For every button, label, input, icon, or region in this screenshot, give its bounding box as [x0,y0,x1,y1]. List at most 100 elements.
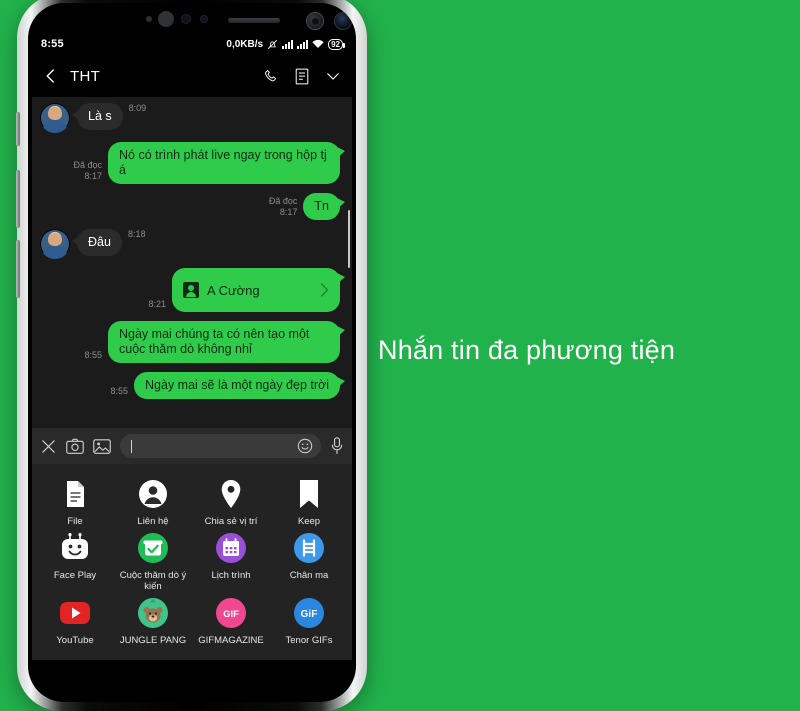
earpiece-speaker [228,18,280,23]
message-bubble[interactable]: Là s [72,103,123,130]
attachment-label: GIFMAGAZINE [198,635,264,646]
message-row: Đã đọc 8:17 Nó có trình phát live ngay t… [40,142,345,184]
attachment-label: Tenor GIFs [285,635,333,646]
message-row: 8:55 Ngày mai chúng ta có nên tạo một cu… [40,321,345,363]
attachment-item-poll[interactable]: Cuộc thăm dò ý kiến [114,527,192,592]
attachment-label: Cuộc thăm dò ý kiến [119,570,187,592]
wifi-icon [312,39,324,49]
attachment-label: Chia sẻ vị trí [204,516,258,527]
attachment-item-ladder[interactable]: Chân ma [270,527,348,592]
chat-header: THT [32,55,352,97]
message-list[interactable]: Là s 8:09 Đã đọc 8:17 Nó có trình phát l… [32,97,352,428]
attachment-label: Keep [297,516,321,527]
message-bubble[interactable]: Ngày mai chúng ta có nên tạo một cuộc th… [108,321,345,363]
message-time: 8:17 [279,207,298,217]
message-row: 8:21 A Cường [40,268,345,312]
proximity-sensor-icon [146,16,152,22]
attachment-item-tenor-gifs[interactable]: GiF Tenor GIFs [270,592,348,646]
ir-sensor-icon [181,14,191,24]
side-button-bixby[interactable] [16,112,20,146]
attachment-label: JUNGLE PANG [119,635,187,646]
message-time: 8:55 [84,350,102,360]
chevron-left-icon[interactable] [42,67,60,85]
message-bubble[interactable]: Đâu [72,229,122,256]
attachment-label: Face Play [53,570,97,581]
tenor-gif-icon: GiF [292,596,326,630]
close-icon[interactable] [40,438,57,455]
bookmark-icon [292,477,326,511]
gif-magazine-icon: GIF [214,596,248,630]
side-button-power[interactable] [16,240,20,298]
contact-icon [183,282,199,298]
page-caption: Nhắn tin đa phương tiện [378,335,676,365]
message-time: 8:18 [127,229,146,239]
message-meta: 8:55 [84,350,102,363]
message-meta: Đã đọc 8:17 [269,196,298,220]
attachment-label: YouTube [56,635,94,646]
note-list-icon[interactable] [294,68,310,85]
battery-indicator: 92 [328,38,345,50]
attachment-panel: File Liên hệ Chia sẻ vị trí Keep Face Pl… [32,464,352,660]
svg-text:GIF: GIF [223,609,239,620]
text-caret [131,439,132,453]
message-time: 8:21 [148,299,166,309]
contact-card-bubble[interactable]: A Cường [172,268,345,312]
attachment-item-youtube[interactable]: YouTube [36,592,114,646]
robot-face-icon [58,531,92,565]
emoji-smiley-icon[interactable] [297,438,313,454]
jungle-pang-icon [136,596,170,630]
contact-icon [136,477,170,511]
phone-screen: 8:55 0,0KB/s 92 THT Là s 8:09 Đã đọc 8:1… [32,33,352,660]
message-row: Đã đọc 8:17 Tn [40,193,345,220]
microphone-icon[interactable] [330,437,344,455]
side-button-volume[interactable] [16,170,20,228]
message-meta: 8:18 [128,229,146,242]
message-meta: 8:55 [110,386,128,399]
attachment-label: Lịch trình [211,570,251,581]
bell-muted-icon [267,39,278,49]
attachment-item-jungle-pang[interactable]: JUNGLE PANG [114,592,192,646]
chat-title: THT [70,67,101,85]
attachment-item-gifmagazine[interactable]: GIF GIFMAGAZINE [192,592,270,646]
read-receipt: Đã đọc [268,196,298,206]
svg-text:GiF: GiF [301,609,318,620]
phone-screen-frame: 8:55 0,0KB/s 92 THT Là s 8:09 Đã đọc 8:1… [28,3,356,702]
status-time: 8:55 [41,38,64,50]
message-input-bar [32,428,352,464]
attachment-item-schedule[interactable]: Lịch trình [192,527,270,592]
attachment-row: File Liên hệ Chia sẻ vị trí Keep [36,473,348,527]
ir-led-icon [200,15,208,23]
message-bubble[interactable]: Tn [303,193,345,220]
attachment-label: Chân ma [289,570,329,581]
front-camera-icon [334,12,352,30]
attachment-row: Face Play Cuộc thăm dò ý kiến Lịch trình… [36,527,348,592]
attachment-label: Liên hệ [137,516,169,527]
chevron-down-icon[interactable] [324,67,342,85]
message-text-field[interactable] [120,434,321,458]
message-row: Đâu 8:18 [40,229,340,259]
message-scrollbar[interactable] [348,209,350,268]
location-pin-icon [214,477,248,511]
iris-scanner-icon [306,12,324,30]
document-icon [58,477,92,511]
attachment-label: File [67,516,83,527]
attachment-item-location[interactable]: Chia sẻ vị trí [192,473,270,527]
image-icon[interactable] [93,438,111,455]
poll-icon [136,531,170,565]
camera-icon[interactable] [66,438,84,455]
attachment-item-face-play[interactable]: Face Play [36,527,114,592]
message-time: 8:17 [84,171,102,181]
status-icons: 0,0KB/s 92 [226,38,345,50]
read-receipt: Đã đọc [73,160,102,170]
signal-bars-icon-1 [282,39,294,49]
attachment-item-keep[interactable]: Keep [270,473,348,527]
message-bubble[interactable]: Ngày mai sẽ là một ngày đẹp trời [134,372,345,399]
attachment-item-file[interactable]: File [36,473,114,527]
phone-top-bezel [28,3,356,33]
phone-icon[interactable] [263,68,280,85]
chat-header-actions [263,67,342,85]
light-sensor-icon [158,11,174,27]
message-bubble[interactable]: Nó có trình phát live ngay trong hộp tj … [108,142,345,184]
attachment-item-contact[interactable]: Liên hệ [114,473,192,527]
message-meta: 8:21 [148,299,166,312]
